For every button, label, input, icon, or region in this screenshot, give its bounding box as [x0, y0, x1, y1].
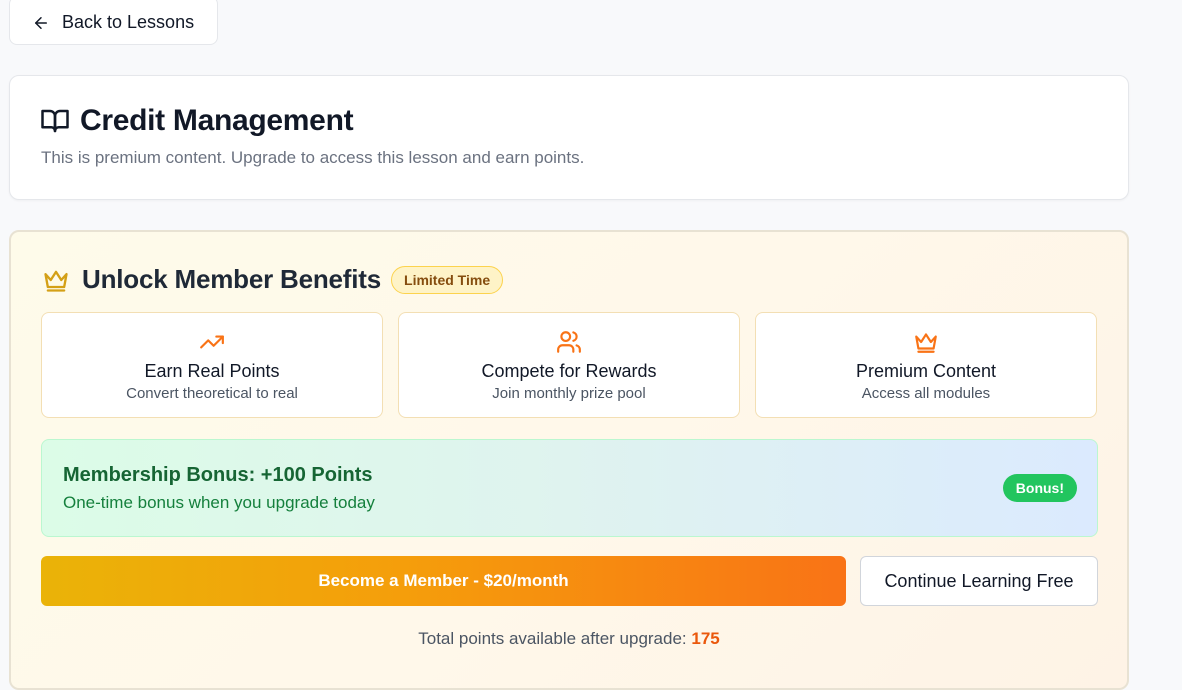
promo-title: Unlock Member Benefits — [82, 264, 382, 294]
benefit-card-compete: Compete for Rewards Join monthly prize p… — [398, 312, 740, 418]
users-icon — [557, 331, 581, 353]
benefit-subtitle: Access all modules — [861, 385, 991, 402]
trending-up-icon — [200, 335, 224, 349]
benefit-title: Earn Real Points — [144, 361, 280, 381]
back-button-label: Back to Lessons — [62, 12, 195, 32]
total-points-label: Total points available after upgrade: — [418, 629, 692, 648]
member-benefits-card: Unlock Member Benefits Limited Time Earn… — [9, 230, 1129, 690]
benefit-subtitle: Join monthly prize pool — [492, 385, 646, 402]
membership-bonus-box: Membership Bonus: +100 Points One-time b… — [41, 439, 1098, 537]
total-points-line: Total points available after upgrade: 17… — [11, 629, 1127, 649]
become-member-button[interactable]: Become a Member - $20/month — [41, 556, 846, 606]
lesson-subtitle: This is premium content. Upgrade to acce… — [41, 148, 585, 167]
page-title: Credit Management — [80, 104, 354, 137]
continue-free-button[interactable]: Continue Learning Free — [860, 556, 1098, 606]
lesson-header-card: Credit Management This is premium conten… — [9, 75, 1129, 200]
crown-icon — [44, 270, 68, 292]
limited-time-badge: Limited Time — [391, 265, 504, 294]
promo-title-row: Unlock Member Benefits Limited Time — [42, 264, 504, 295]
crown-icon — [915, 333, 937, 353]
benefit-title: Premium Content — [855, 361, 997, 381]
lesson-title-row: Credit Management — [40, 104, 354, 138]
benefit-title: Compete for Rewards — [481, 361, 657, 381]
benefit-card-premium: Premium Content Access all modules — [755, 312, 1097, 418]
benefit-card-earn-points: Earn Real Points Convert theoretical to … — [41, 312, 383, 418]
arrow-left-icon — [35, 16, 47, 29]
bonus-title: Membership Bonus: +100 Points — [63, 464, 373, 486]
bonus-subtitle: One-time bonus when you upgrade today — [63, 493, 375, 512]
bonus-badge: Bonus! — [1002, 474, 1077, 502]
book-open-icon — [41, 109, 69, 133]
total-points-value: 175 — [691, 629, 720, 648]
back-to-lessons-button[interactable]: Back to Lessons — [9, 0, 218, 45]
benefit-subtitle: Convert theoretical to real — [126, 385, 298, 402]
